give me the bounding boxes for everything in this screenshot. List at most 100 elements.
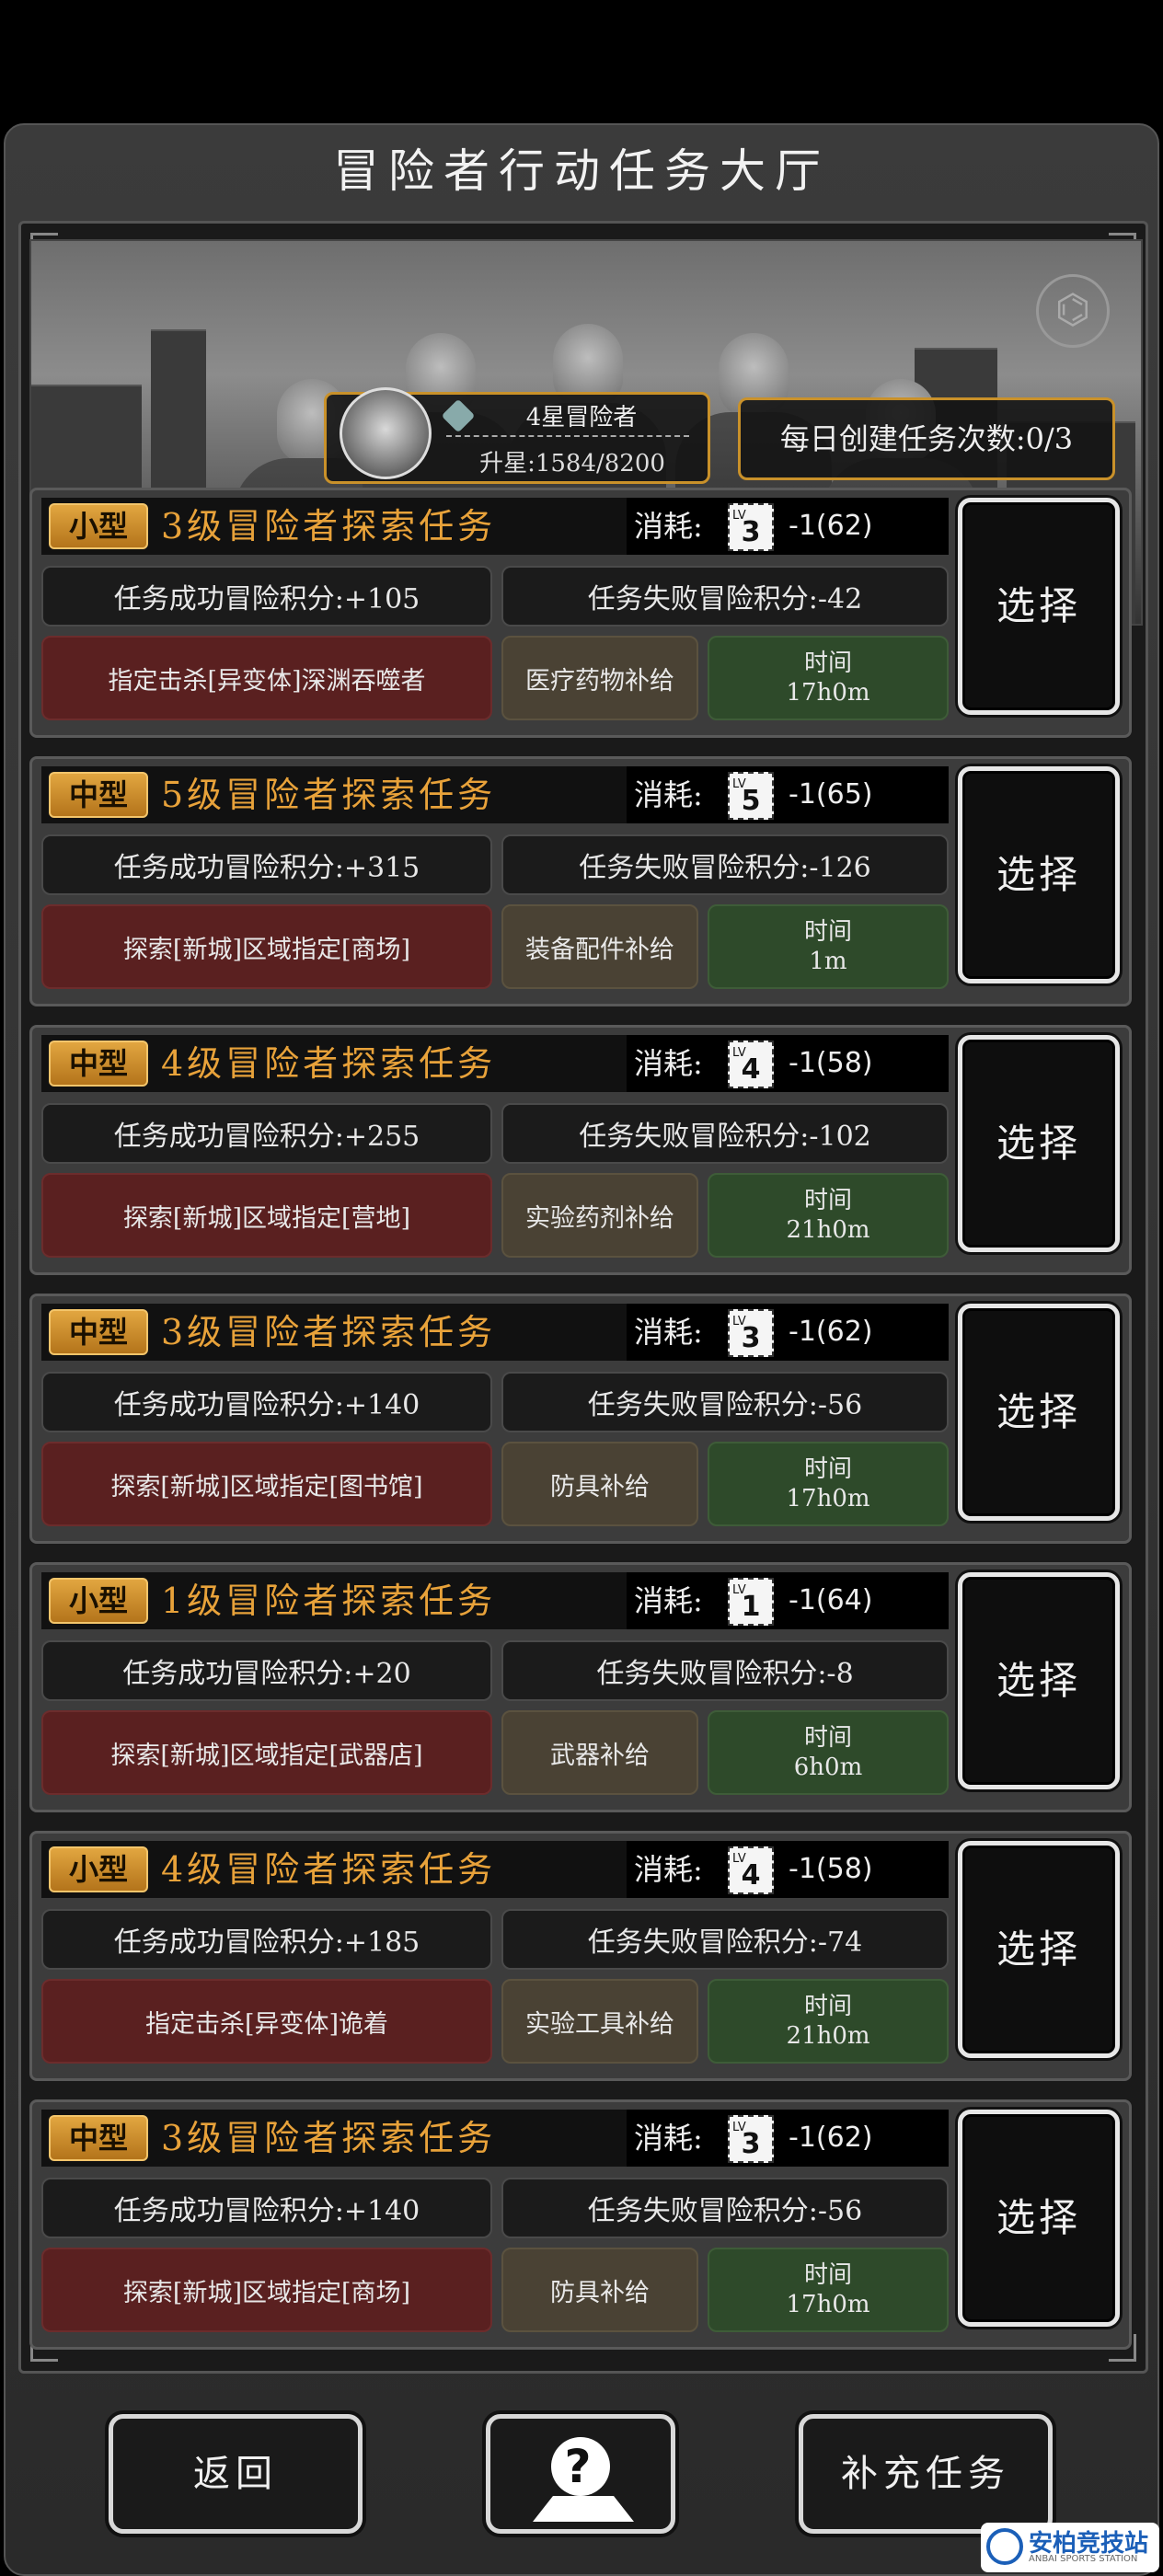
mission-name: 1级冒险者探索任务 — [161, 1581, 497, 1621]
cost-value: -1(65) — [789, 778, 873, 811]
level-tag: LV — [732, 2121, 746, 2134]
watermark-logo: 安柏竞技站 ANBAI SPORTS STATION — [981, 2523, 1159, 2572]
mission-card: 小型 4级冒险者探索任务 消耗: LV 4 -1(58) 任务成功冒险积分:+185 任务失败… — [29, 1831, 1132, 2081]
time-value: 21h0m — [786, 1216, 870, 1244]
mission-name: 5级冒险者探索任务 — [161, 775, 497, 815]
mission-header: 小型 3级冒险者探索任务 消耗: LV 3 -1(62) — [41, 498, 949, 555]
mission-reward: 实验药剂补给 — [501, 1173, 698, 1258]
select-mission-button[interactable]: 选择 — [958, 1572, 1120, 1789]
mission-time: 时间 1m — [708, 904, 949, 989]
mission-time: 时间 21h0m — [708, 1173, 949, 1258]
mission-name: 3级冒险者探索任务 — [161, 2118, 497, 2158]
mission-cost: 消耗: LV 4 -1(58) — [627, 1841, 949, 1898]
success-points: 任务成功冒险积分:+185 — [41, 1909, 492, 1970]
map-base-icon — [533, 2496, 634, 2522]
mission-header: 中型 5级冒险者探索任务 消耗: LV 5 -1(65) — [41, 766, 949, 823]
cost-label: 消耗: — [634, 2121, 703, 2156]
select-mission-button[interactable]: 选择 — [958, 1304, 1120, 1521]
back-button[interactable]: 返回 — [109, 2414, 363, 2534]
faction-emblem-icon: ⌬ — [1036, 274, 1110, 348]
rank-divider — [446, 435, 689, 437]
mission-target: 指定击杀[异变体]深渊吞噬者 — [41, 636, 492, 720]
mission-reward: 防具补给 — [501, 2248, 698, 2332]
level-tag: LV — [732, 1852, 746, 1866]
success-points: 任务成功冒险积分:+140 — [41, 1372, 492, 1432]
failure-points: 任务失败冒险积分:-56 — [501, 1372, 949, 1432]
mission-size-badge: 中型 — [49, 772, 148, 818]
mission-reward: 防具补给 — [501, 1442, 698, 1526]
mission-size-badge: 小型 — [49, 1578, 148, 1624]
mission-target: 探索[新城]区域指定[武器店] — [41, 1710, 492, 1795]
select-mission-button[interactable]: 选择 — [958, 1035, 1120, 1252]
time-label: 时间 — [803, 918, 852, 946]
level-tag: LV — [732, 1583, 746, 1597]
mission-card: 中型 5级冒险者探索任务 消耗: LV 5 -1(65) 任务成功冒险积分:+315 任务失败… — [29, 756, 1132, 1006]
mission-target: 探索[新城]区域指定[图书馆] — [41, 1442, 492, 1526]
daily-task-counter: 每日创建任务次数:0/3 — [738, 397, 1115, 480]
level-tag: LV — [732, 1046, 746, 1060]
mission-header: 小型 4级冒险者探索任务 消耗: LV 4 -1(58) — [41, 1841, 949, 1898]
select-mission-button[interactable]: 选择 — [958, 2110, 1120, 2327]
cost-label: 消耗: — [634, 1315, 703, 1350]
level-card-icon: LV 4 — [728, 1041, 774, 1088]
mission-size-badge: 中型 — [49, 1309, 148, 1355]
level-card-icon: LV 3 — [728, 2115, 774, 2163]
cost-label: 消耗: — [634, 1583, 703, 1618]
mission-target: 探索[新城]区域指定[商场] — [41, 904, 492, 989]
failure-points: 任务失败冒险积分:-8 — [501, 1640, 949, 1701]
level-tag: LV — [732, 1315, 746, 1328]
mission-reward: 实验工具补给 — [501, 1979, 698, 2064]
watermark-icon — [986, 2528, 1023, 2565]
level-card-icon: LV 4 — [728, 1846, 774, 1894]
cost-label: 消耗: — [634, 777, 703, 812]
page-title: 冒险者行动任务大厅 — [333, 144, 830, 198]
rank-title: 4星冒险者 — [525, 404, 638, 431]
level-tag: LV — [732, 777, 746, 791]
mission-size-badge: 中型 — [49, 2115, 148, 2161]
mission-name: 3级冒险者探索任务 — [161, 1312, 497, 1352]
mission-time: 时间 17h0m — [708, 1442, 949, 1526]
cost-value: -1(64) — [789, 1584, 873, 1616]
mission-header: 中型 3级冒险者探索任务 消耗: LV 3 -1(62) — [41, 1304, 949, 1361]
mission-size-badge: 中型 — [49, 1041, 148, 1087]
mission-time: 时间 17h0m — [708, 636, 949, 720]
select-mission-button[interactable]: 选择 — [958, 766, 1120, 983]
mission-reward: 装备配件补给 — [501, 904, 698, 989]
time-label: 时间 — [803, 1187, 852, 1214]
cost-label: 消耗: — [634, 1046, 703, 1081]
mission-size-badge: 小型 — [49, 1846, 148, 1892]
mission-cost: 消耗: LV 1 -1(64) — [627, 1572, 949, 1629]
mission-target: 指定击杀[异变体]诡着 — [41, 1979, 492, 2064]
rank-panel: 4星冒险者 升星:1584/8200 — [324, 387, 710, 484]
time-label: 时间 — [803, 2261, 852, 2289]
time-label: 时间 — [803, 650, 852, 677]
time-value: 6h0m — [793, 1754, 863, 1781]
success-points: 任务成功冒险积分:+315 — [41, 834, 492, 895]
mission-target: 探索[新城]区域指定[商场] — [41, 2248, 492, 2332]
mission-card: 中型 4级冒险者探索任务 消耗: LV 4 -1(58) 任务成功冒险积分:+255 任务失败… — [29, 1025, 1132, 1275]
cost-label: 消耗: — [634, 509, 703, 544]
select-mission-button[interactable]: 选择 — [958, 498, 1120, 715]
failure-points: 任务失败冒险积分:-102 — [501, 1103, 949, 1164]
star-progress: 升星:1584/8200 — [479, 450, 665, 477]
cost-value: -1(58) — [789, 1047, 873, 1079]
mission-cost: 消耗: LV 3 -1(62) — [627, 1304, 949, 1361]
mission-header: 中型 4级冒险者探索任务 消耗: LV 4 -1(58) — [41, 1035, 949, 1092]
mission-time: 时间 6h0m — [708, 1710, 949, 1795]
success-points: 任务成功冒险积分:+105 — [41, 566, 492, 627]
select-mission-button[interactable]: 选择 — [958, 1841, 1120, 2058]
mission-cost: 消耗: LV 3 -1(62) — [627, 498, 949, 555]
mission-card: 中型 3级冒险者探索任务 消耗: LV 3 -1(62) 任务成功冒险积分:+140 任务失败… — [29, 1294, 1132, 1544]
failure-points: 任务失败冒险积分:-126 — [501, 834, 949, 895]
failure-points: 任务失败冒险积分:-74 — [501, 1909, 949, 1970]
time-value: 17h0m — [786, 1485, 870, 1512]
success-points: 任务成功冒险积分:+255 — [41, 1103, 492, 1164]
mission-card: 小型 3级冒险者探索任务 消耗: LV 3 -1(62) 任务成功冒险积分:+105 任务失败… — [29, 488, 1132, 738]
time-label: 时间 — [803, 1724, 852, 1752]
avatar[interactable] — [340, 387, 432, 479]
time-value: 17h0m — [786, 679, 870, 707]
replenish-tasks-button[interactable]: 补充任务 — [799, 2414, 1053, 2534]
help-button[interactable]: ? — [486, 2414, 675, 2534]
cost-value: -1(62) — [789, 1316, 873, 1348]
mission-reward: 医疗药物补给 — [501, 636, 698, 720]
